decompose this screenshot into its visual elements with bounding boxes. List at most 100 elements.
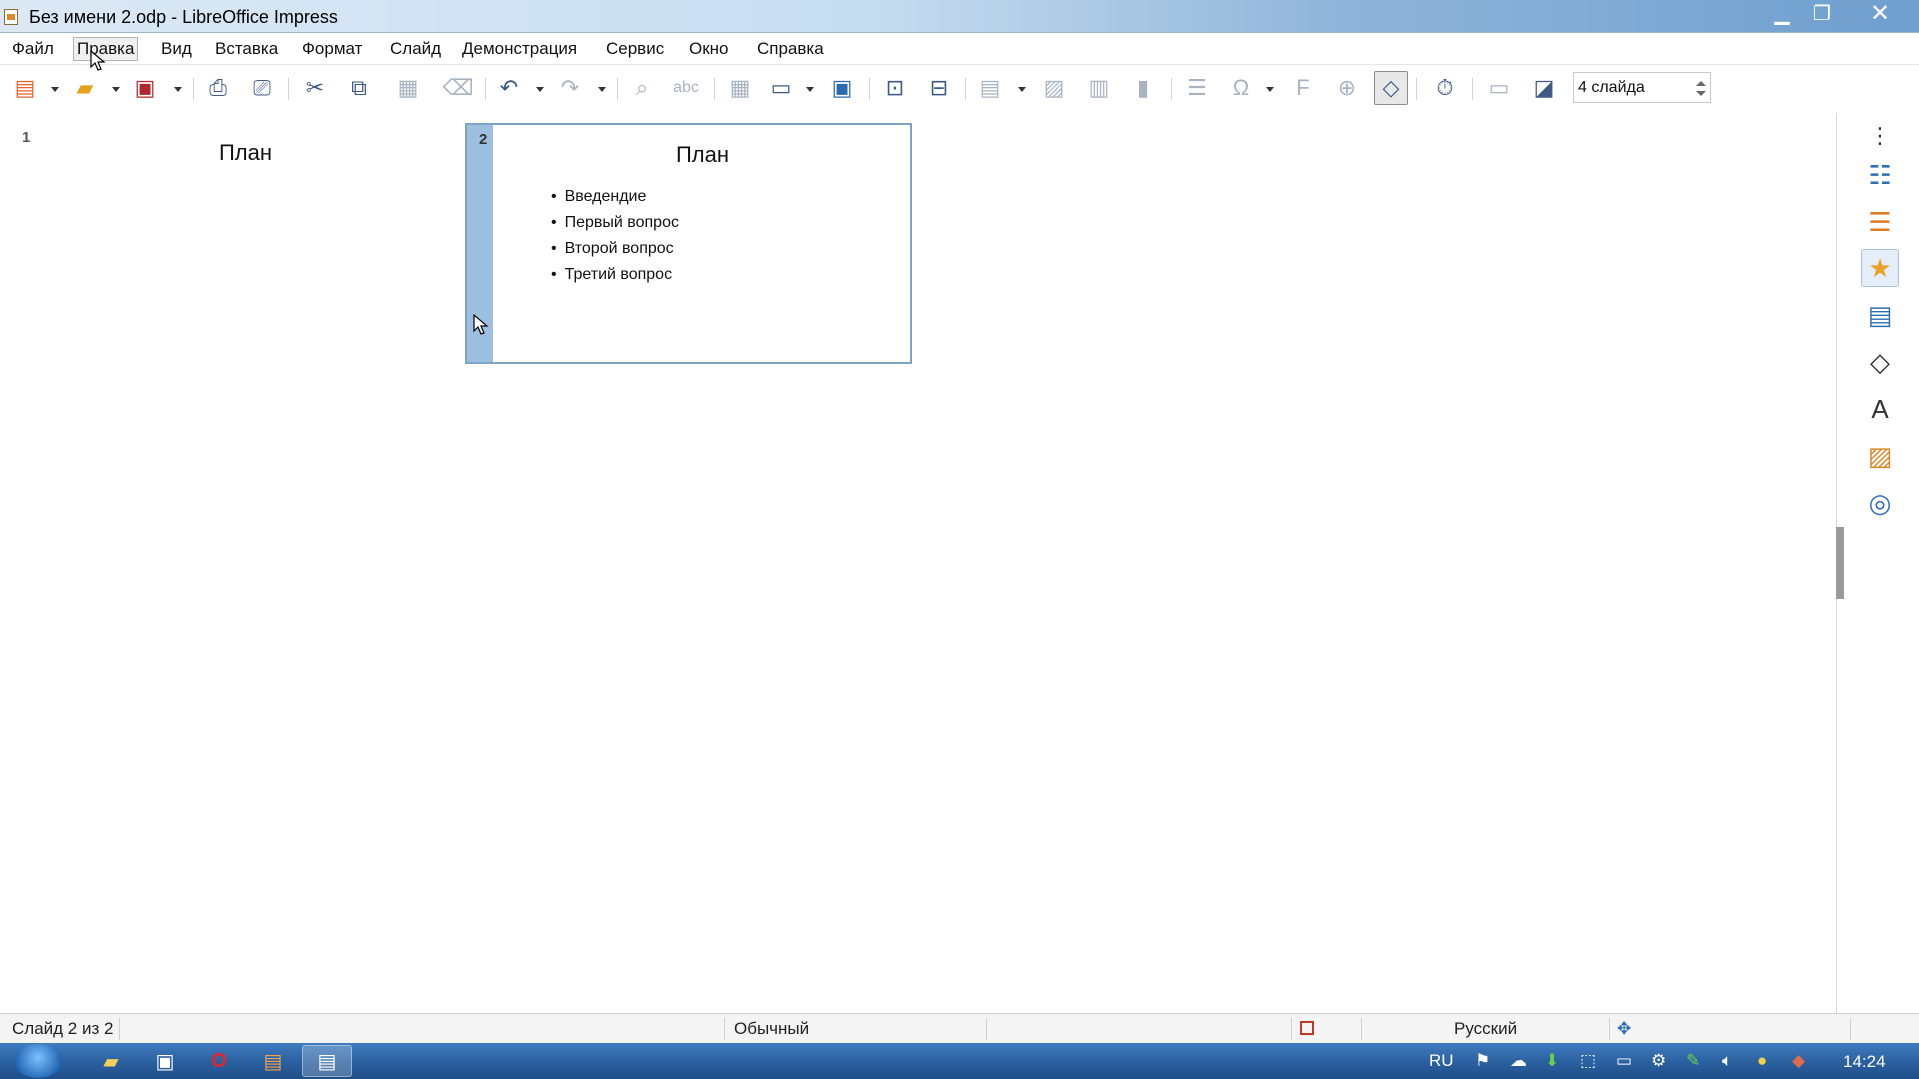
fit-slide-icon[interactable]: ✥ — [1617, 1019, 1631, 1039]
slide-sorter: 1 План 2 План Введендие Первый вопрос Вт… — [0, 113, 1836, 1013]
start-first-slide-icon[interactable]: ⊡ — [878, 71, 912, 105]
styles-icon[interactable]: A — [1861, 390, 1899, 428]
clone-formatting-icon[interactable]: ⌫ — [441, 71, 475, 105]
title-bar: Без имени 2.odp - LibreOffice Impress ▁ … — [0, 0, 1919, 33]
export-pdf-icon[interactable]: ⎙ — [201, 71, 235, 105]
network-icon[interactable]: ▭ — [1616, 1051, 1632, 1071]
rehearse-timings-icon[interactable]: ⏱ — [1428, 71, 1462, 105]
properties-icon[interactable]: ☷ — [1861, 156, 1899, 194]
spinner-down-arrow[interactable] — [1696, 91, 1706, 96]
redo-icon[interactable]: ↷ — [553, 71, 587, 105]
header-footer-icon[interactable]: ▭ — [1482, 71, 1516, 105]
document-modified-icon[interactable] — [1300, 1021, 1314, 1035]
master-slides-icon[interactable]: ▤ — [1861, 296, 1899, 334]
settings-icon[interactable]: ⚙ — [1651, 1051, 1666, 1071]
keyboard-language[interactable]: RU — [1429, 1051, 1454, 1071]
opera-taskbar-icon[interactable]: O — [194, 1045, 244, 1077]
writer-taskbar-icon[interactable]: ▤ — [302, 1045, 352, 1077]
slides-per-row-value[interactable]: 4 слайда — [1578, 79, 1645, 97]
impress-taskbar-icon[interactable]: ▤ — [248, 1045, 298, 1077]
restore-button[interactable]: ❐ — [1804, 2, 1840, 26]
undo-icon[interactable]: ↶ — [492, 71, 526, 105]
language-status[interactable]: Русский — [1454, 1019, 1517, 1039]
minimize-button[interactable]: ▁ — [1764, 2, 1800, 26]
update-tray-icon[interactable]: ◆ — [1792, 1051, 1805, 1071]
undo-dropdown-arrow[interactable] — [536, 87, 544, 92]
menu-tools[interactable]: Сервис — [603, 38, 667, 60]
close-button[interactable]: ✕ — [1862, 2, 1898, 26]
open-icon[interactable]: ▰ — [68, 71, 102, 105]
mouse-cursor-icon — [473, 314, 489, 335]
menu-file[interactable]: Файл — [9, 38, 57, 60]
action-center-icon[interactable]: ⚑ — [1475, 1051, 1490, 1071]
slides-per-row-spinner[interactable]: 4 слайда — [1573, 72, 1711, 103]
save-icon[interactable]: ▣ — [128, 71, 162, 105]
paste-icon[interactable]: ▦ — [391, 71, 425, 105]
redo-dropdown-arrow[interactable] — [598, 87, 606, 92]
toolbar-separator — [965, 78, 966, 100]
spinner-up-arrow[interactable] — [1696, 81, 1706, 86]
computer-taskbar-icon[interactable]: ▣ — [140, 1045, 190, 1077]
download-icon[interactable]: ⬇ — [1545, 1051, 1559, 1071]
toolbar-separator — [485, 78, 486, 100]
slide-transition-icon[interactable]: ◪ — [1527, 71, 1561, 105]
slide-thumbnail-2[interactable]: 2 План Введендие Первый вопрос Второй во… — [465, 123, 912, 364]
animation-icon[interactable]: ★ — [1861, 249, 1899, 287]
print-icon[interactable]: ⎚ — [245, 71, 279, 105]
snipping-icon[interactable]: ⬚ — [1580, 1051, 1596, 1071]
sidebar-collapse-handle[interactable] — [1836, 527, 1844, 599]
slide-title: План — [675, 142, 730, 167]
textbox-icon[interactable]: ☰ — [1180, 71, 1214, 105]
menu-slide[interactable]: Слайд — [387, 38, 444, 60]
menu-slideshow[interactable]: Демонстрация — [459, 38, 580, 60]
shapes-icon[interactable]: ◇ — [1861, 343, 1899, 381]
fontwork-icon[interactable]: F — [1286, 71, 1320, 105]
menu-format[interactable]: Формат — [299, 38, 365, 60]
table-icon[interactable]: ▤ — [973, 71, 1007, 105]
display-views-icon[interactable]: ▭ — [764, 71, 798, 105]
copy-icon[interactable]: ⧉ — [342, 71, 376, 105]
navigator-icon[interactable]: ◎ — [1861, 484, 1899, 522]
find-replace-icon[interactable]: ⌕ — [625, 71, 659, 105]
menu-insert[interactable]: Вставка — [212, 38, 281, 60]
sidebar-menu-icon[interactable]: ⋮ — [1861, 117, 1899, 155]
status-separator — [119, 1018, 120, 1040]
slide-thumbnail-1[interactable]: 1 План — [10, 123, 457, 364]
list-item: Второй вопрос — [551, 236, 679, 262]
start-button[interactable] — [14, 1044, 62, 1078]
menu-view[interactable]: Вид — [158, 38, 195, 60]
taskbar-clock[interactable]: 14:24 — [1843, 1052, 1886, 1072]
open-dropdown-arrow[interactable] — [112, 87, 120, 92]
cut-icon[interactable]: ✂ — [298, 71, 332, 105]
media-icon[interactable]: ▥ — [1082, 71, 1116, 105]
volume-icon[interactable]: 🔈︎ — [1722, 1051, 1732, 1071]
sidebar-deck: ⋮ ☷ ☰ ★ ▤ ◇ A ▨ ◎ — [1836, 113, 1919, 1013]
cloud-icon[interactable]: ☁ — [1510, 1051, 1527, 1071]
table-dropdown-arrow[interactable] — [1018, 87, 1026, 92]
special-character-icon[interactable]: Ω — [1224, 71, 1258, 105]
status-separator — [1291, 1018, 1292, 1040]
hyperlink-icon[interactable]: ⊕ — [1330, 71, 1364, 105]
slide-transition-icon[interactable]: ☰ — [1861, 203, 1899, 241]
layout-status[interactable]: Обычный — [734, 1019, 809, 1039]
display-views-dropdown-arrow[interactable] — [806, 87, 814, 92]
pen-icon[interactable]: ✎ — [1686, 1051, 1700, 1071]
explorer-taskbar-icon[interactable]: ▰ — [86, 1045, 136, 1077]
new-icon[interactable]: ▤ — [8, 71, 42, 105]
new-dropdown-arrow[interactable] — [51, 87, 59, 92]
menu-help[interactable]: Справка — [754, 38, 827, 60]
special-character-dropdown-arrow[interactable] — [1266, 87, 1274, 92]
image-icon[interactable]: ▨ — [1037, 71, 1071, 105]
menu-window[interactable]: Окно — [686, 38, 732, 60]
gallery-icon[interactable]: ▨ — [1861, 437, 1899, 475]
chart-icon[interactable]: ▮ — [1126, 71, 1160, 105]
start-current-slide-icon[interactable]: ⊟ — [922, 71, 956, 105]
status-separator — [986, 1018, 987, 1040]
spelling-icon[interactable]: abc — [669, 71, 703, 105]
master-slide-icon[interactable]: ▣ — [825, 71, 859, 105]
status-tray-icon[interactable]: ● — [1757, 1051, 1767, 1071]
slide-title: План — [218, 140, 273, 165]
show-draw-functions-icon[interactable]: ◇ — [1374, 71, 1408, 105]
grid-icon[interactable]: ▦ — [723, 71, 757, 105]
save-dropdown-arrow[interactable] — [174, 87, 182, 92]
